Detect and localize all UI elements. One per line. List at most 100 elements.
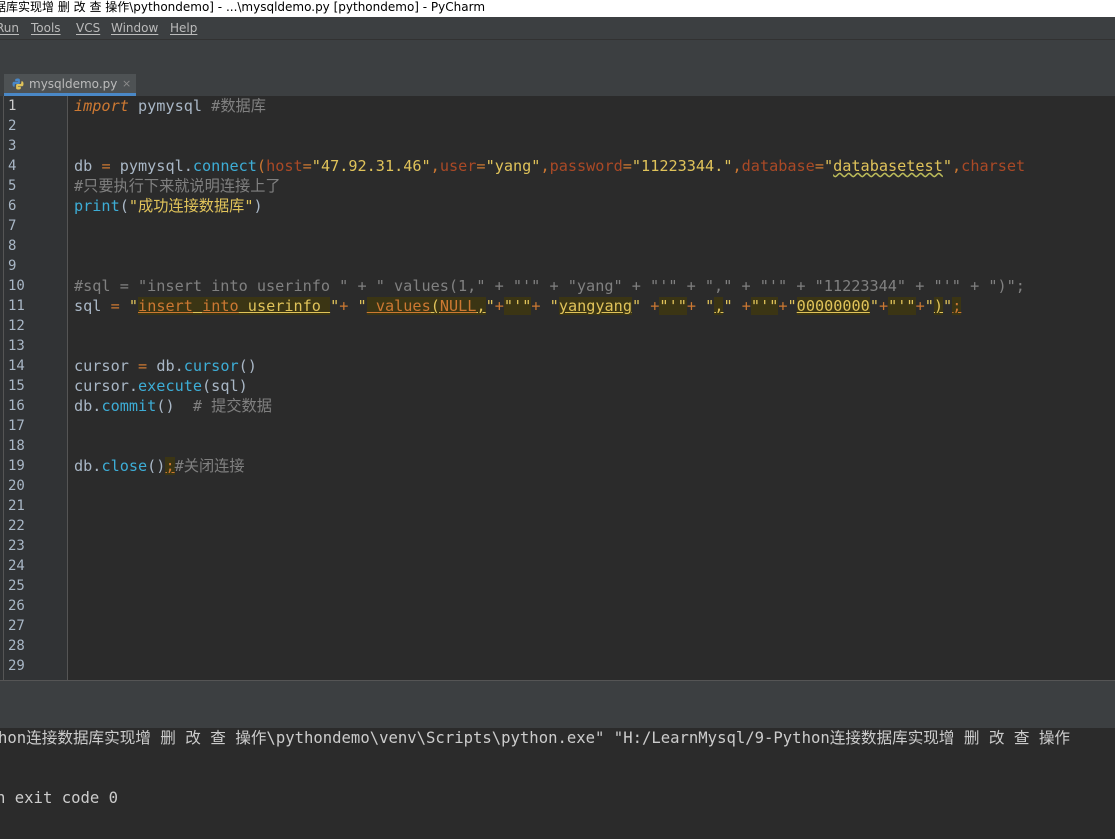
menu-bar: Run Tools VCS Window Help [0,17,1115,40]
function-name: commit [101,397,157,415]
close-icon[interactable]: × [122,74,131,94]
line-number: 27 [8,618,25,634]
sql-keyword: NULL [439,297,477,315]
keyword: import [74,97,129,115]
code-token: cursor. [74,377,139,395]
string-literal: "成功连接数据库" [128,197,254,215]
code-token: = [110,297,120,315]
line-number: 20 [8,478,25,494]
editor-bottom-bar [0,680,1115,703]
code-token: sql [74,297,111,315]
line-number: 18 [8,438,25,454]
code-token: ) [253,197,263,215]
line-number: 14 [8,358,25,374]
code-token: pymysql. [110,157,193,175]
module-name: pymysql [128,97,212,115]
param-name: user [439,157,477,175]
param-name: host [266,157,303,175]
gutter-divider [3,96,4,680]
code-token: () [147,457,166,475]
sql-text: ( [430,297,440,315]
line-number: 5 [8,178,17,194]
menu-run[interactable]: Run [0,17,19,39]
run-panel-header [0,702,1115,728]
menu-vcs[interactable]: VCS [76,17,100,39]
code-token: = [101,157,111,175]
sql-text: ) [933,297,944,315]
code-line-15: cursor.execute(sql) [74,376,248,396]
code-line-10: #sql = "insert into userinfo " + " value… [74,277,1025,295]
line-number: 29 [8,658,25,674]
code-token: + [915,297,925,315]
code-token: + [732,297,751,315]
string-literal: " [485,297,495,315]
line-number: 21 [8,498,25,514]
sql-text: userinfo [238,297,331,315]
code-token: + [494,297,504,315]
line-number: 7 [8,218,17,234]
code-token: + [686,297,706,315]
code-token: ; [165,457,175,475]
menu-window[interactable]: Window [111,17,158,39]
line-number: 16 [8,398,25,414]
code-token: + [531,297,550,315]
line-number: 9 [8,258,17,274]
code-editor[interactable]: 1 2 3 4 5 6 7 8 9 10 11 12 13 14 15 16 17 18 19 20 21 22 23 24 2… [0,96,1115,680]
string-literal: " [631,297,642,315]
line-number: 26 [8,598,25,614]
code-line-1: import pymysql #数据库 [74,96,266,116]
code-line-14: cursor = db.cursor() [74,356,257,376]
code-line-16: db.commit() # 提交数据 [74,396,272,416]
string-literal: "11223344." [631,157,733,175]
line-number: 13 [8,338,25,354]
code-token: , [430,157,440,175]
code-token: + [778,297,788,315]
console-line-command: hon连接数据库实现增 删 改 查 操作\pythondemo\venv\Scr… [0,729,1071,747]
code-token: ( [256,157,267,175]
line-number: 8 [8,238,17,254]
string-literal: " [787,297,797,315]
menu-help[interactable]: Help [170,17,197,39]
code-token: + [641,297,660,315]
code-token: () [238,357,257,375]
function-name: connect [192,157,257,175]
code-token: db. [74,457,102,475]
code-token: + [878,297,889,315]
sql-text: , [476,297,486,315]
string-literal: " [357,297,367,315]
comment: # 提交数据 [192,397,272,415]
line-number: 24 [8,558,25,574]
code-line-19: db.close();#关闭连接 [74,456,245,476]
string-literal: " [869,297,879,315]
code-line-4: db = pymysql.connect(host="47.92.31.46",… [74,156,1025,176]
string-literal: "47.92.31.46" [311,157,431,175]
string-literal: " [924,297,934,315]
string-literal: " [823,157,834,175]
line-number: 17 [8,418,25,434]
toolbar [0,40,1115,73]
menu-tools[interactable]: Tools [31,17,61,39]
string-literal: " [705,297,715,315]
line-number: 2 [8,118,17,134]
code-token: = [138,357,148,375]
line-number: 22 [8,518,25,534]
code-token: = [476,157,486,175]
editor-tab-bar: mysqldemo.py × [0,72,1115,97]
comment: #关闭连接 [174,457,245,475]
code-line-11: sql = "insert into userinfo "+ " values(… [74,296,962,316]
line-number: 15 [8,378,25,394]
string-literal: " [723,297,733,315]
string-literal: " [943,297,953,315]
line-number: 3 [8,138,17,154]
sql-keyword: insert [138,297,193,315]
run-console[interactable]: hon连接数据库实现增 删 改 查 操作\pythondemo\venv\Scr… [0,728,1115,839]
string-literal: " [330,297,340,315]
window-title-bar: 据库实现增 删 改 查 操作\pythondemo] - ...\mysqlde… [0,0,1115,17]
code-token: () [156,397,193,415]
string-literal: " [942,157,953,175]
param-name: charset [961,157,1026,175]
function-name: close [101,457,148,475]
tab-mysqldemo[interactable]: mysqldemo.py × [4,74,136,96]
